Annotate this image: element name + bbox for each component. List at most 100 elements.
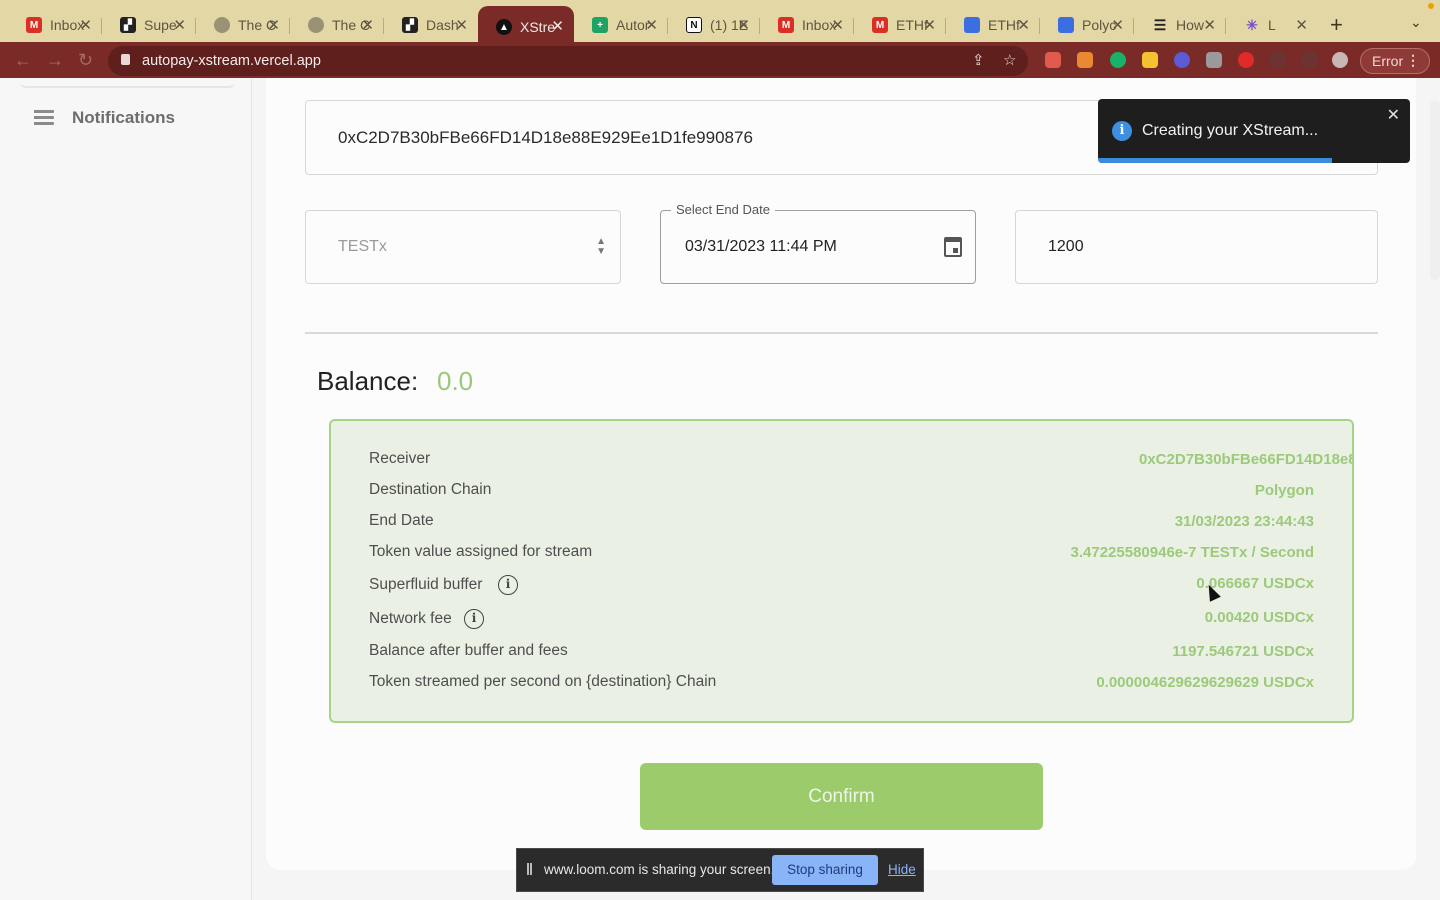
new-tab-icon[interactable]: + — [1330, 12, 1343, 38]
extension-icon[interactable] — [1045, 52, 1061, 68]
summary-value: 31/03/2023 23:44:43 — [1174, 513, 1314, 530]
calendar-icon[interactable] — [944, 237, 962, 257]
browser-tab[interactable]: M Inbox ✕ — [8, 8, 102, 42]
summary-label: End Date — [369, 512, 434, 529]
browser-tab[interactable]: Polyc ✕ — [1040, 8, 1134, 42]
browser-tab[interactable]: The C ✕ — [290, 8, 384, 42]
url-box[interactable]: autopay-xstream.vercel.app ⇪ ☆ — [108, 46, 1028, 76]
token-select[interactable]: TESTx ▲ ▼ — [305, 210, 621, 284]
reload-icon[interactable]: ↻ — [78, 50, 93, 71]
star-icon[interactable]: ☆ — [1003, 51, 1016, 69]
close-icon[interactable]: ✕ — [455, 16, 468, 34]
close-icon[interactable]: ✕ — [1111, 16, 1124, 34]
browser-tab[interactable]: N (1) 1E ✕ — [668, 8, 760, 42]
back-icon[interactable]: ← — [14, 50, 32, 71]
updown-chevron-icon: ▲ ▼ — [596, 236, 606, 257]
close-icon[interactable]: ✕ — [645, 16, 658, 34]
end-date-picker[interactable]: Select End Date 03/31/2023 11:44 PM — [660, 202, 976, 284]
stream-summary-panel: Receiver 0xC2D7B30bFBe66FD14D18e88E929Ee… — [329, 419, 1354, 723]
tab-title: Dash — [426, 17, 459, 33]
pause-icon[interactable] — [527, 863, 532, 875]
summary-label: Balance after buffer and fees — [369, 642, 568, 659]
list-icon — [34, 110, 54, 126]
tab-title: Supe — [144, 17, 177, 33]
share-icon[interactable]: ⇪ — [972, 51, 985, 69]
tab-title: How — [1176, 17, 1205, 33]
browser-tab[interactable]: ▞ Supe ✕ — [102, 8, 196, 42]
menu-icon: ☰ — [1153, 16, 1167, 33]
summary-value: 0.000004629629629629 USDCx — [1096, 674, 1314, 691]
token-select-value: TESTx — [338, 238, 387, 255]
close-icon[interactable]: ✕ — [1387, 105, 1400, 125]
stop-sharing-button[interactable]: Stop sharing — [772, 855, 878, 885]
end-date-value: 03/31/2023 11:44 PM — [685, 238, 837, 255]
close-icon[interactable]: ✕ — [831, 16, 844, 34]
close-icon[interactable]: ✕ — [923, 16, 936, 34]
close-icon[interactable]: ✕ — [1017, 16, 1030, 34]
info-icon: i — [1112, 121, 1132, 141]
end-date-label: Select End Date — [671, 202, 775, 217]
info-icon[interactable]: i — [498, 575, 518, 595]
screen-share-message: www.loom.com is sharing your screen. — [544, 862, 775, 877]
close-icon[interactable]: ✕ — [551, 17, 564, 35]
browser-tab[interactable]: ETHf ✕ — [946, 8, 1040, 42]
close-icon[interactable]: ✕ — [173, 16, 186, 34]
close-icon[interactable]: ✕ — [1203, 16, 1216, 34]
scrollbar[interactable] — [1430, 100, 1440, 280]
avatar[interactable] — [1332, 52, 1348, 68]
close-icon[interactable]: ✕ — [79, 16, 92, 34]
extension-icon[interactable] — [1142, 52, 1158, 68]
browser-tab[interactable]: ☰ How ✕ — [1134, 8, 1226, 42]
chevron-down-icon[interactable]: ⌄ — [1410, 14, 1422, 31]
gmail-icon: M — [778, 17, 794, 33]
browser-tab[interactable]: M ETHf ✕ — [854, 8, 946, 42]
browser-tab[interactable]: + Autor ✕ — [574, 8, 668, 42]
amount-input[interactable]: 1200 — [1015, 210, 1378, 284]
extension-icon[interactable] — [1206, 52, 1222, 68]
browser-tab-bar: M Inbox ✕ ▞ Supe ✕ The C ✕ The C ✕ ▞ Das… — [0, 0, 1440, 48]
lock-icon — [121, 54, 130, 65]
error-button[interactable]: Error ⋮ — [1360, 48, 1430, 74]
close-icon[interactable]: ✕ — [737, 16, 750, 34]
stream-form-card: 0xC2D7B30bFBe66FD14D18e88E929Ee1D1fe9908… — [266, 78, 1416, 870]
browser-tab[interactable]: ▞ Dash ✕ — [384, 8, 478, 42]
puzzle-icon[interactable] — [1270, 52, 1286, 68]
forward-icon[interactable]: → — [46, 50, 64, 71]
settings-icon: ✳ — [1246, 16, 1258, 33]
sidebar-item-label: Notifications — [72, 108, 175, 127]
extension-icon[interactable] — [1174, 52, 1190, 68]
url-text[interactable]: autopay-xstream.vercel.app — [142, 53, 321, 69]
amount-value: 1200 — [1048, 238, 1084, 255]
browser-tab[interactable]: M Inbox ✕ — [760, 8, 854, 42]
summary-label: Superfluid buffer — [369, 576, 483, 593]
summary-value: Polygon — [1254, 482, 1314, 499]
toast-progress-bar — [1098, 158, 1332, 163]
close-icon[interactable]: ✕ — [267, 16, 280, 34]
summary-value: 1197.546721 USDCx — [1172, 643, 1314, 660]
metamask-icon[interactable] — [1077, 52, 1093, 68]
info-icon[interactable]: i — [464, 609, 484, 629]
grammarly-icon[interactable] — [1110, 52, 1126, 68]
error-label: Error — [1372, 53, 1404, 69]
more-icon: ⋮ — [1406, 52, 1420, 68]
extension-icon[interactable] — [1238, 52, 1254, 68]
sidebar-item-notifications[interactable]: Notifications — [34, 108, 175, 128]
vercel-icon: ▲ — [496, 19, 512, 35]
summary-value: 3.47225580946e-7 TESTx / Second — [1070, 544, 1314, 561]
close-icon[interactable]: ✕ — [1295, 16, 1308, 34]
summary-value: 0xC2D7B30bFBe66FD14D18e88E929Ee1D1fe — [1139, 451, 1352, 468]
confirm-button[interactable]: Confirm — [640, 763, 1043, 830]
notification-dot — [1428, 3, 1434, 9]
docs-icon — [1058, 17, 1074, 33]
gmail-icon: M — [26, 17, 42, 33]
browser-tab[interactable]: ✳ L ✕ — [1226, 8, 1318, 42]
screen-share-bar: www.loom.com is sharing your screen. Sto… — [516, 848, 924, 892]
hide-link[interactable]: Hide — [888, 862, 916, 877]
sidebar: Notifications — [0, 78, 252, 900]
globe-icon — [214, 17, 230, 33]
browser-tab[interactable]: The C ✕ — [196, 8, 290, 42]
sidebar-divider — [20, 80, 235, 88]
gmail-icon: M — [872, 17, 888, 33]
close-icon[interactable]: ✕ — [361, 16, 374, 34]
sidepanel-icon[interactable] — [1301, 52, 1317, 68]
